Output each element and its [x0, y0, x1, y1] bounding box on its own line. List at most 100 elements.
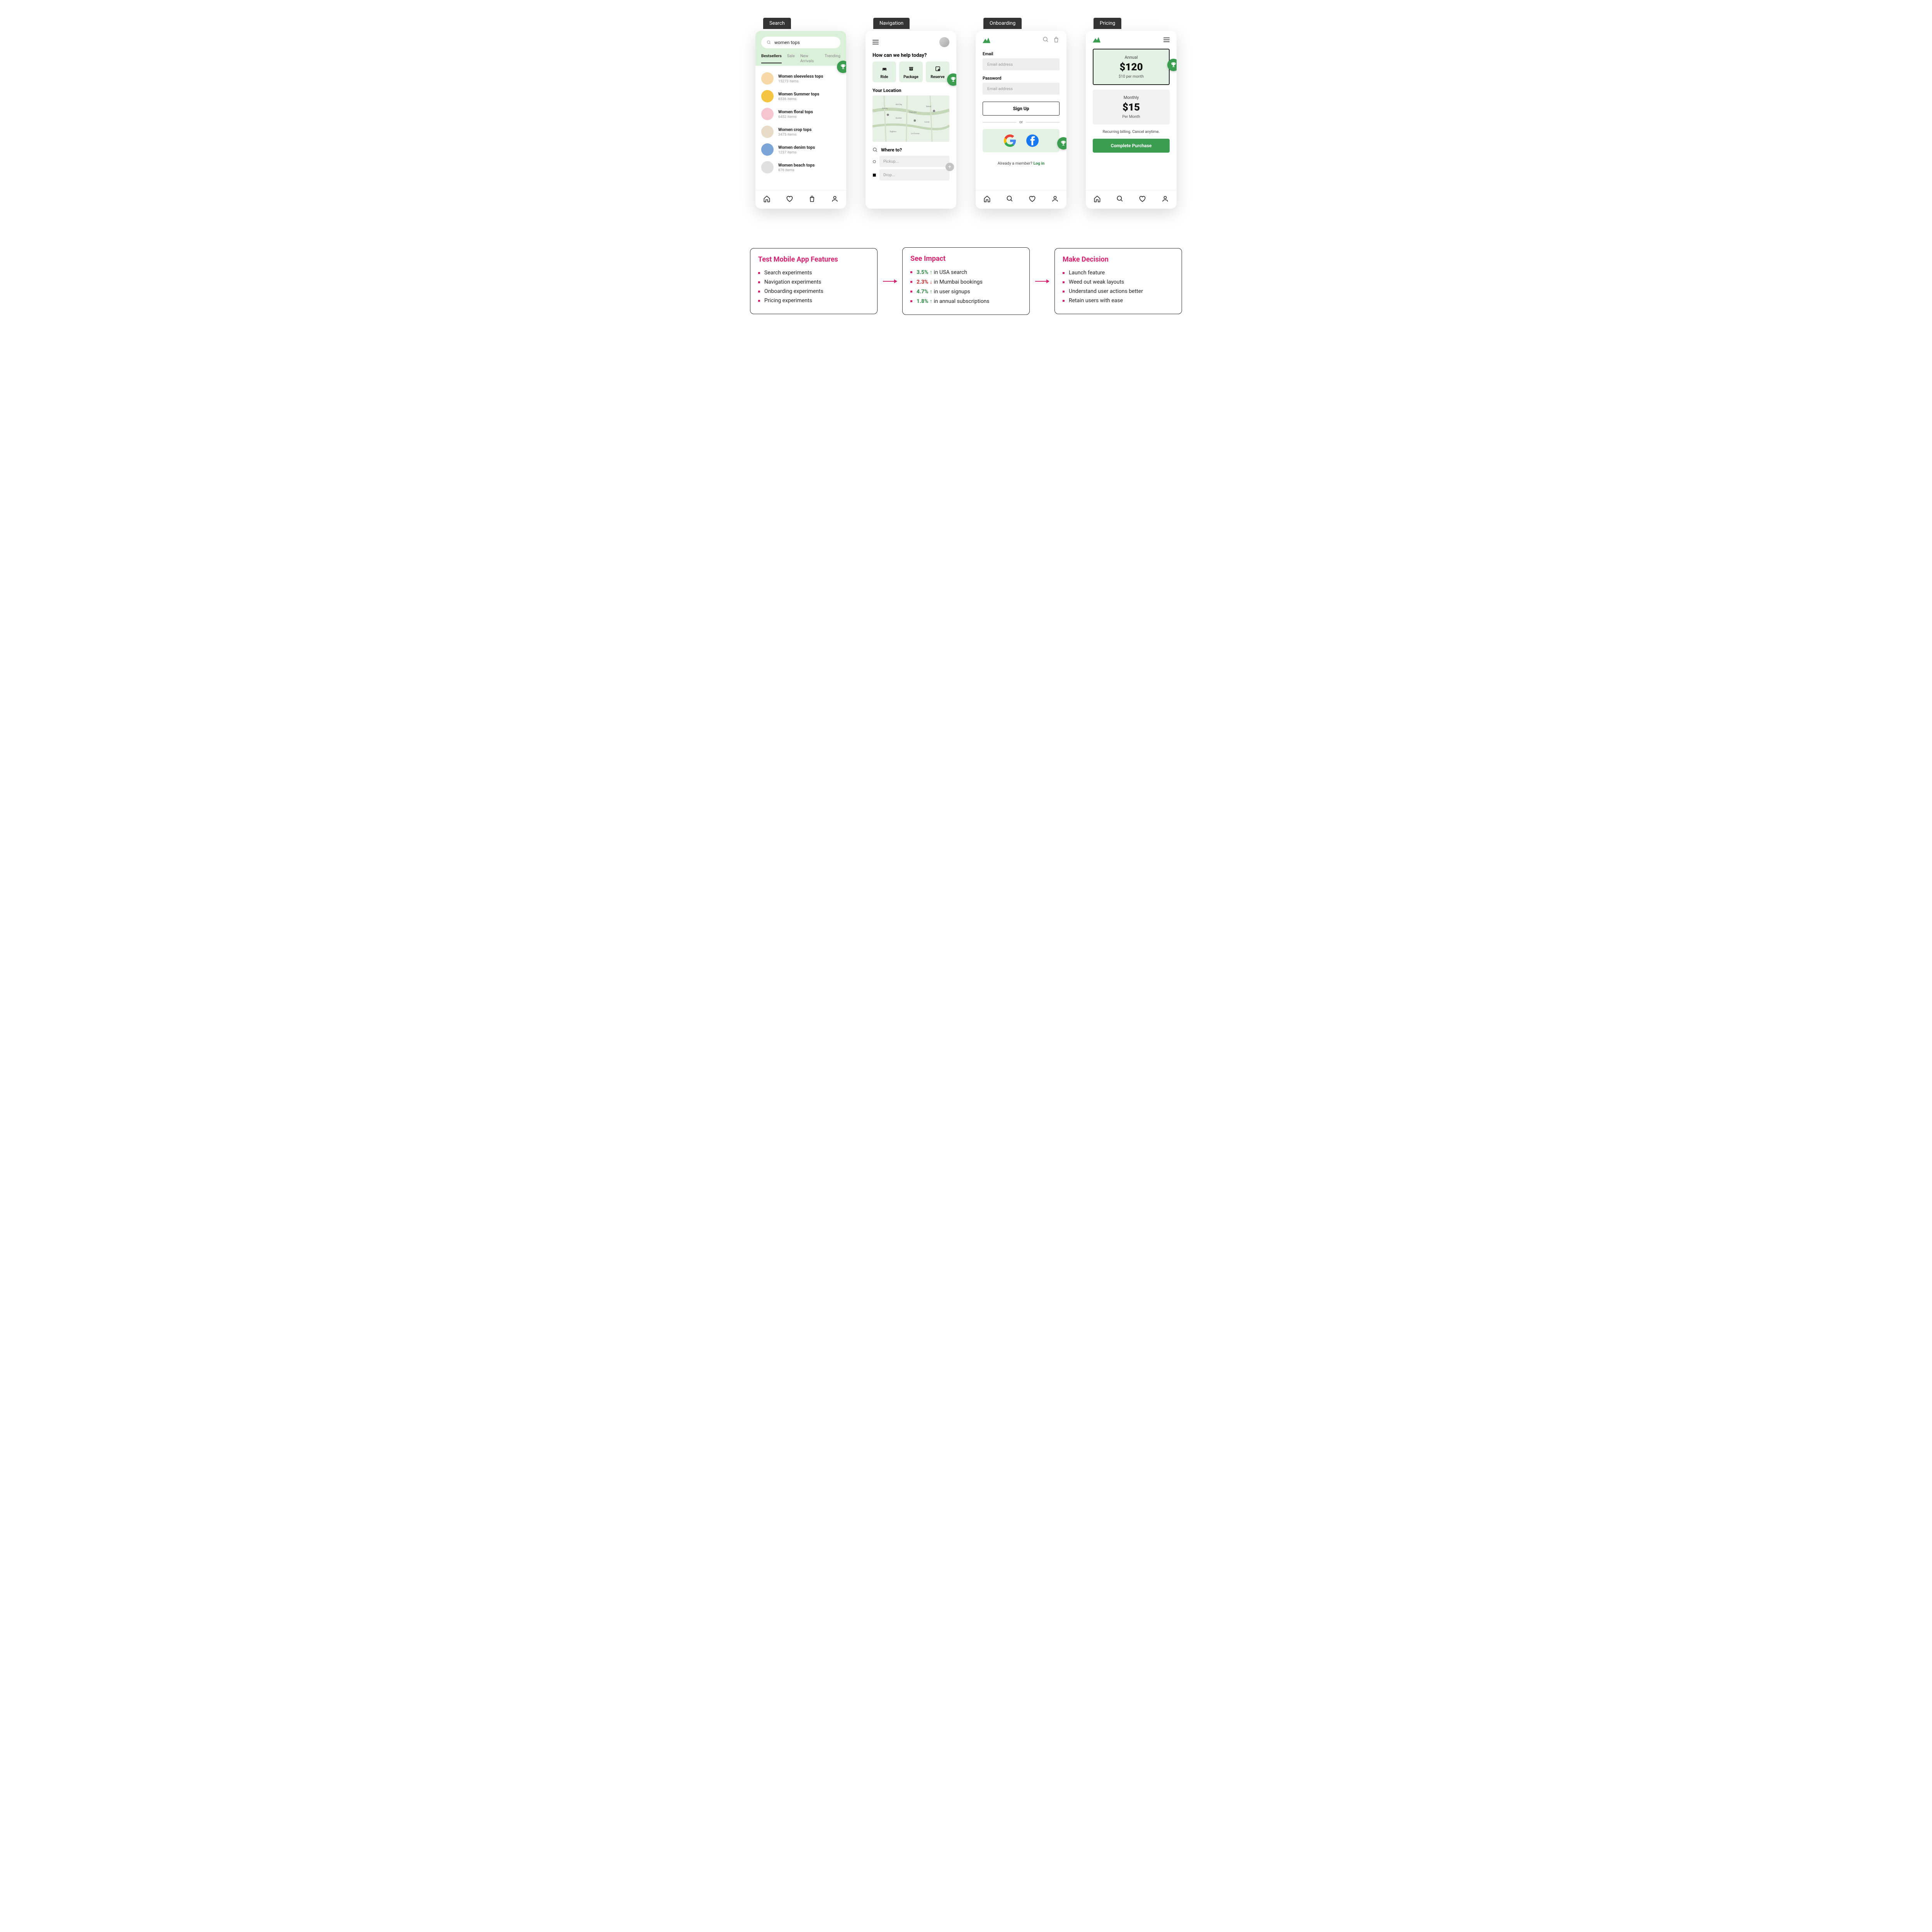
monthly-card[interactable]: Monthly $15 Per Month	[1093, 90, 1170, 124]
member-text: Already a member? Log in	[976, 155, 1066, 171]
arrow-icon	[883, 281, 897, 282]
google-icon[interactable]	[1004, 134, 1016, 147]
bullet-item: 4.7% ↑ in user signups	[910, 287, 1022, 296]
home-icon[interactable]	[1094, 195, 1101, 204]
annual-label: Annual	[1099, 55, 1163, 60]
annual-sub: $10 per month	[1099, 75, 1163, 79]
bullet-item: Retain users with ease	[1063, 296, 1174, 305]
user-icon[interactable]	[1051, 195, 1059, 204]
bullet-item: 1.8% ↑ in annual subscriptions	[910, 296, 1022, 306]
item-title: Women Summer tops	[778, 92, 819, 97]
box-decision: Make Decision Launch featureWeed out wea…	[1054, 248, 1182, 314]
login-link[interactable]: Log in	[1033, 161, 1044, 166]
reserve-button[interactable]: Reserve	[926, 61, 949, 82]
svg-text:Hill City: Hill City	[896, 104, 902, 106]
signup-button[interactable]: Sign Up	[983, 102, 1060, 116]
package-button[interactable]: Package	[899, 61, 923, 82]
onboarding-header	[976, 31, 1066, 50]
ride-button[interactable]: Ride	[872, 61, 896, 82]
destination-inputs: ○ Pickup... ■ Drop... +	[866, 156, 956, 186]
search-input-text: women tops	[774, 40, 800, 45]
phone-pricing: Pricing Annual $120 $10 per month Monthl…	[1086, 31, 1177, 209]
heart-icon[interactable]	[1029, 195, 1036, 204]
item-title: Women crop tops	[778, 127, 811, 132]
svg-text:La Crosse: La Crosse	[911, 133, 920, 135]
hamburger-icon[interactable]	[872, 39, 879, 46]
item-sub: 1237 items	[778, 150, 815, 155]
add-stop-button[interactable]: +	[946, 163, 954, 171]
action-buttons: Ride Package Reserve	[866, 61, 956, 87]
location-label: Your Location	[866, 87, 956, 95]
user-icon[interactable]	[831, 195, 838, 204]
heart-icon[interactable]	[1139, 195, 1146, 204]
whereto-row: Where to?	[866, 142, 956, 156]
phone-search: Search women tops Bestsellers Sale New A…	[755, 31, 846, 209]
tab-label-onboarding: Onboarding	[983, 18, 1022, 29]
svg-text:Plainville: Plainville	[909, 111, 917, 114]
trophy-badge	[837, 61, 846, 73]
item-title: Women sleeveless tops	[778, 74, 823, 79]
ride-label: Ride	[874, 75, 895, 79]
purchase-button[interactable]: Complete Purchase	[1093, 139, 1170, 153]
list-item[interactable]: Women sleeveless tops 15273 items	[761, 70, 840, 87]
list-item[interactable]: Women beach tops 876 items	[761, 158, 840, 176]
box-test-list: Search experimentsNavigation experiments…	[758, 268, 869, 305]
tab-new-arrivals[interactable]: New Arrivals	[800, 53, 819, 63]
phone-frame-pricing: Annual $120 $10 per month Monthly $15 Pe…	[1086, 31, 1177, 209]
item-thumb	[761, 108, 774, 120]
item-title: Women denim tops	[778, 145, 815, 150]
pricing-header	[1086, 31, 1177, 46]
bag-icon[interactable]	[808, 195, 816, 204]
tab-sale[interactable]: Sale	[787, 53, 795, 63]
bullet-item: Weed out weak layouts	[1063, 277, 1174, 287]
list-item[interactable]: Women crop tops 3475 items	[761, 123, 840, 141]
results-list: Women sleeveless tops 15273 items Women …	[755, 66, 846, 190]
whereto-label: Where to?	[881, 147, 902, 153]
email-field[interactable]: Email address	[983, 58, 1060, 70]
map-preview[interactable]: Oakley Hill City Plainville Beloit Lucas…	[872, 95, 949, 142]
tab-trending[interactable]: Trending	[825, 53, 840, 63]
phones-row: Search women tops Bestsellers Sale New A…	[27, 31, 1905, 209]
pickup-marker-icon: ○	[872, 158, 876, 165]
phone-frame-onboarding: Email Email address Password Email addre…	[976, 31, 1066, 209]
email-label: Email	[983, 51, 1060, 56]
list-item[interactable]: Women Summer tops 8536 items	[761, 87, 840, 105]
search-bar[interactable]: women tops	[761, 37, 840, 48]
password-label: Password	[983, 76, 1060, 81]
user-icon[interactable]	[1162, 195, 1169, 204]
search-icon[interactable]	[1006, 195, 1014, 204]
tab-label-search: Search	[763, 18, 791, 29]
facebook-icon[interactable]	[1026, 134, 1039, 147]
monthly-sub: Per Month	[1098, 115, 1164, 119]
svg-text:Lucas: Lucas	[924, 121, 930, 123]
hamburger-icon[interactable]	[1163, 36, 1170, 43]
bullet-item: 3.5% ↑ in USA search	[910, 267, 1022, 277]
item-sub: 876 items	[778, 168, 815, 172]
search-icon[interactable]	[1116, 195, 1124, 204]
home-icon[interactable]	[763, 195, 770, 204]
pickup-input[interactable]: Pickup...	[879, 156, 949, 167]
trophy-badge	[1057, 137, 1066, 150]
bottom-nav	[976, 190, 1066, 209]
list-item[interactable]: Women denim tops 1237 items	[761, 141, 840, 158]
annual-card[interactable]: Annual $120 $10 per month	[1093, 49, 1170, 85]
bullet-item: Search experiments	[758, 268, 869, 277]
social-login	[983, 129, 1060, 152]
item-thumb	[761, 126, 774, 138]
password-field[interactable]: Email address	[983, 83, 1060, 95]
phone-frame-navigation: How can we help today? Ride Package Rese…	[866, 31, 956, 209]
avatar[interactable]	[939, 37, 949, 47]
item-title: Women floral tops	[778, 109, 813, 114]
home-icon[interactable]	[983, 195, 991, 204]
svg-text:Dighton: Dighton	[890, 131, 896, 133]
logo-icon	[983, 38, 990, 43]
phone-navigation: Navigation How can we help today? Ride P…	[866, 31, 956, 209]
heart-icon[interactable]	[786, 195, 793, 204]
tab-bestsellers[interactable]: Bestsellers	[761, 53, 782, 63]
box-test: Test Mobile App Features Search experime…	[750, 248, 878, 314]
list-item[interactable]: Women floral tops 6452 items	[761, 105, 840, 123]
item-sub: 15273 items	[778, 79, 823, 83]
drop-input[interactable]: Drop...	[879, 169, 949, 180]
bag-icon[interactable]	[1053, 36, 1060, 44]
search-icon[interactable]	[1043, 36, 1049, 44]
